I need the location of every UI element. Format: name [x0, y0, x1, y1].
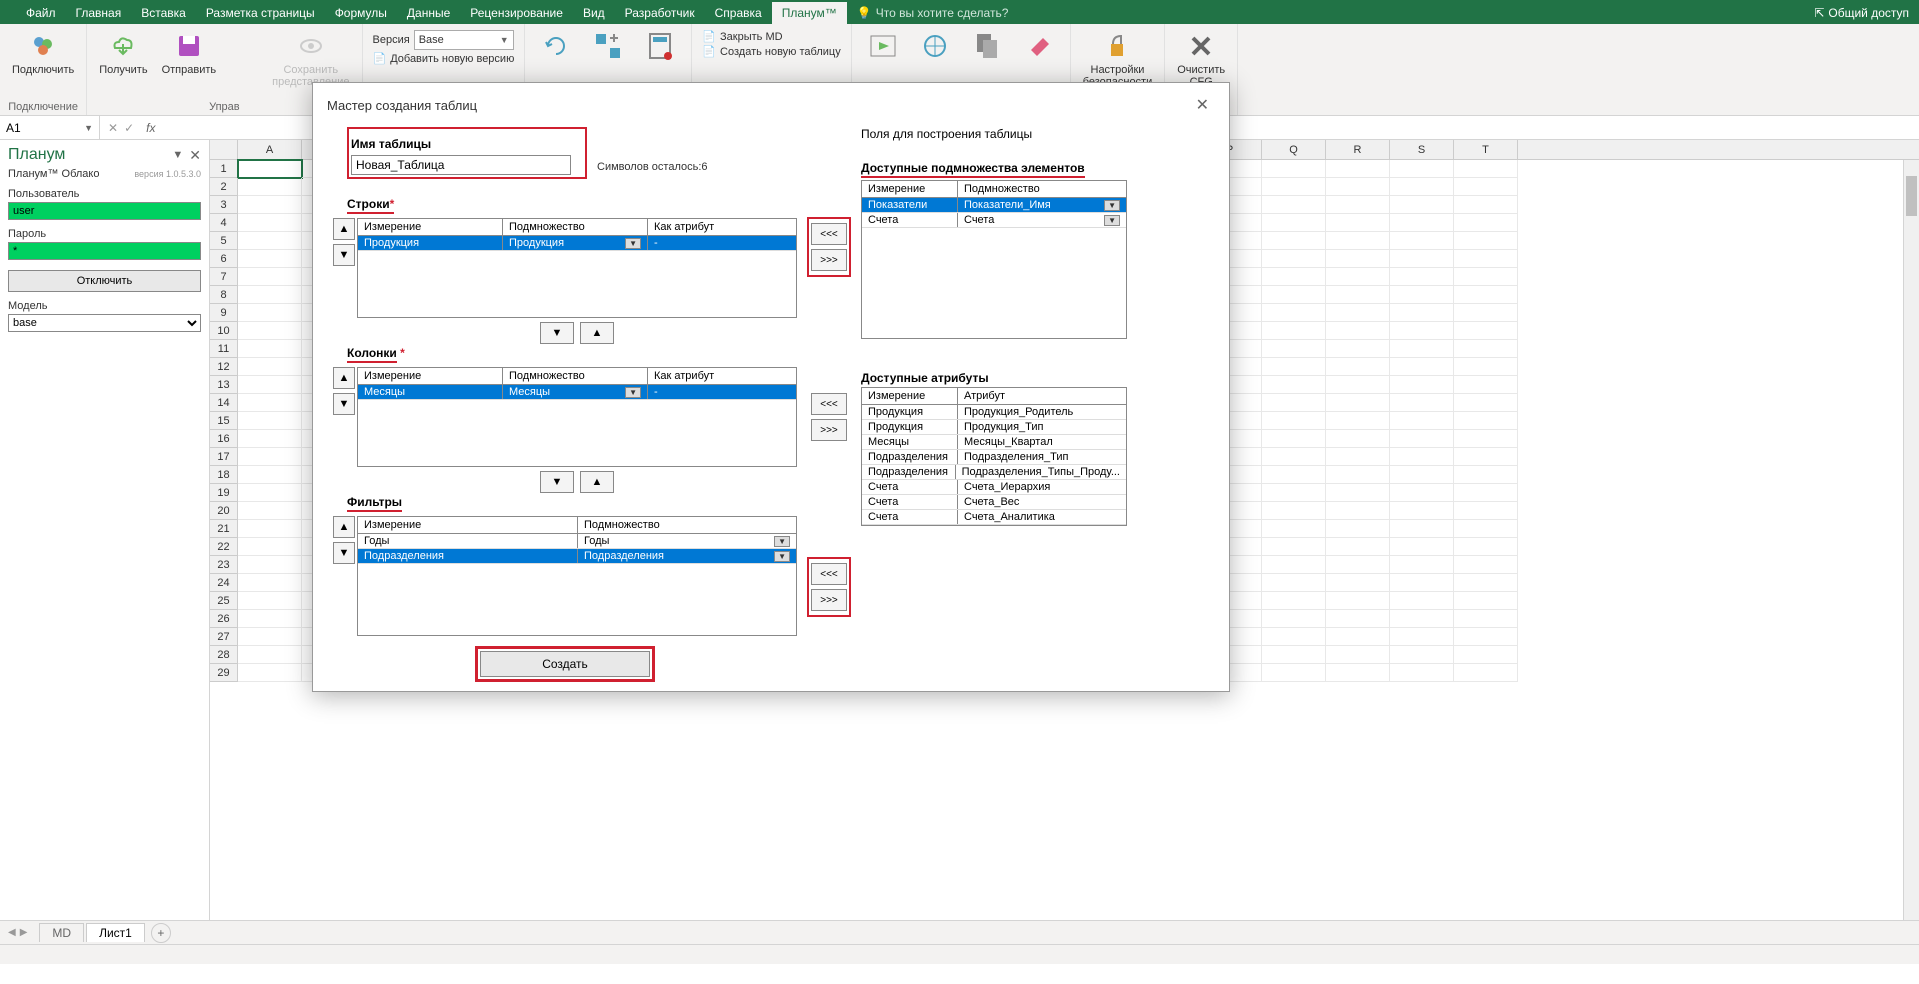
rows-move-down-button[interactable]: ▼ — [333, 244, 355, 266]
chevron-down-icon[interactable]: ▼ — [625, 387, 641, 398]
cols-config-table[interactable]: Измерение Подмножество Как атрибут Месяц… — [357, 367, 797, 467]
rows-sort-down-button[interactable]: ▼ — [540, 322, 574, 344]
chevron-down-icon[interactable]: ▼ — [625, 238, 641, 249]
create-button[interactable]: Создать — [480, 651, 650, 677]
cols-sort-up-button[interactable]: ▲ — [580, 471, 614, 493]
avail-attr-row-7[interactable]: СчетаСчета_Аналитика — [862, 510, 1126, 525]
avail-attr-row-4[interactable]: ПодразделенияПодразделения_Типы_Проду... — [862, 465, 1126, 480]
fields-label: Поля для построения таблицы — [861, 127, 1209, 141]
filters-move-down-button[interactable]: ▼ — [333, 542, 355, 564]
rows-sort-up-button[interactable]: ▲ — [580, 322, 614, 344]
avail-subsets-table[interactable]: Измерение Подмножество Показатели Показа… — [861, 180, 1127, 339]
chevron-down-icon[interactable]: ▼ — [1104, 215, 1120, 226]
avail-attrs-table[interactable]: Измерение Атрибут ПродукцияПродукция_Род… — [861, 387, 1127, 526]
attr-head-attr: Атрибут — [958, 388, 1126, 404]
rows-head-dim: Измерение — [358, 219, 503, 235]
cols-section-label: Колонки — [347, 346, 397, 360]
dialog-title: Мастер создания таблиц — [327, 98, 477, 113]
rows-head-subset: Подмножество — [503, 219, 648, 235]
rows-section-label: Строки — [347, 197, 390, 211]
avail-head-dim: Измерение — [862, 181, 958, 197]
avail-head-subset: Подмножество — [958, 181, 1126, 197]
filters-add-button[interactable]: <<< — [811, 563, 847, 585]
cols-row-0[interactable]: Месяцы Месяцы▼ - — [358, 385, 796, 400]
avail-attr-row-2[interactable]: МесяцыМесяцы_Квартал — [862, 435, 1126, 450]
filters-row-0[interactable]: Годы Годы▼ — [358, 534, 796, 549]
cols-add-button[interactable]: <<< — [811, 393, 847, 415]
filters-row-1[interactable]: Подразделения Подразделения▼ — [358, 549, 796, 564]
cols-head-dim: Измерение — [358, 368, 503, 384]
cols-move-down-button[interactable]: ▼ — [333, 393, 355, 415]
avail-attrs-label: Доступные атрибуты — [861, 371, 1209, 385]
avail-attr-row-3[interactable]: ПодразделенияПодразделения_Тип — [862, 450, 1126, 465]
cols-head-attr: Как атрибут — [648, 368, 796, 384]
cols-sort-down-button[interactable]: ▼ — [540, 471, 574, 493]
table-name-input[interactable] — [351, 155, 571, 175]
filters-move-up-button[interactable]: ▲ — [333, 516, 355, 538]
avail-attr-row-1[interactable]: ПродукцияПродукция_Тип — [862, 420, 1126, 435]
avail-attr-row-5[interactable]: СчетаСчета_Иерархия — [862, 480, 1126, 495]
dialog-close-button[interactable]: ✕ — [1190, 93, 1215, 117]
rows-add-button[interactable]: <<< — [811, 223, 847, 245]
table-wizard-dialog: Мастер создания таблиц ✕ Имя таблицы Сим… — [312, 82, 1230, 692]
rows-head-attr: Как атрибут — [648, 219, 796, 235]
avail-attr-row-0[interactable]: ПродукцияПродукция_Родитель — [862, 405, 1126, 420]
avail-subsets-label: Доступные подмножества элементов — [861, 161, 1085, 178]
chevron-down-icon[interactable]: ▼ — [774, 536, 790, 547]
avail-subset-row-0[interactable]: Показатели Показатели_Имя▼ — [862, 198, 1126, 213]
filters-head-dim: Измерение — [358, 517, 578, 533]
rows-config-table[interactable]: Измерение Подмножество Как атрибут Проду… — [357, 218, 797, 318]
rows-move-up-button[interactable]: ▲ — [333, 218, 355, 240]
filters-config-table[interactable]: Измерение Подмножество Годы Годы▼ Подраз… — [357, 516, 797, 636]
rows-row-0[interactable]: Продукция Продукция▼ - — [358, 236, 796, 251]
attr-head-dim: Измерение — [862, 388, 958, 404]
avail-attr-row-6[interactable]: СчетаСчета_Вес — [862, 495, 1126, 510]
chevron-down-icon[interactable]: ▼ — [774, 551, 790, 562]
chevron-down-icon[interactable]: ▼ — [1104, 200, 1120, 211]
filters-remove-button[interactable]: >>> — [811, 589, 847, 611]
cols-remove-button[interactable]: >>> — [811, 419, 847, 441]
table-name-label: Имя таблицы — [351, 137, 583, 151]
filters-section-label: Фильтры — [347, 495, 402, 512]
cols-head-subset: Подмножество — [503, 368, 648, 384]
filters-head-subset: Подмножество — [578, 517, 796, 533]
avail-subset-row-1[interactable]: Счета Счета▼ — [862, 213, 1126, 228]
rows-remove-button[interactable]: >>> — [811, 249, 847, 271]
cols-move-up-button[interactable]: ▲ — [333, 367, 355, 389]
